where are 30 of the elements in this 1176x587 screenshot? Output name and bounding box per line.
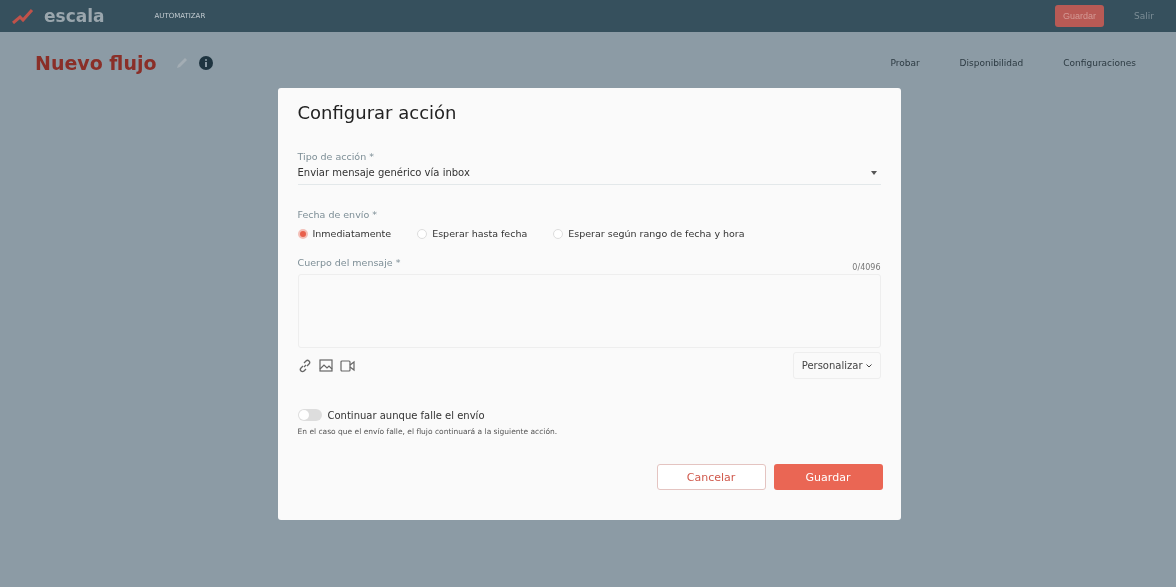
caret-icon <box>870 170 877 175</box>
logo-icon <box>12 8 34 24</box>
toggle-switch[interactable] <box>297 409 322 421</box>
radio-button[interactable] <box>553 228 564 239</box>
video-icon[interactable] <box>339 359 355 372</box>
field-label: Fecha de envío * <box>297 209 378 220</box>
field-label: Tipo de acción * <box>297 151 375 162</box>
page-action-link[interactable]: Disponibilidad <box>959 58 1024 68</box>
field-label: Cuerpo del mensaje * <box>297 257 401 268</box>
radio-option[interactable]: Esperar según rango de fecha y hora <box>553 228 745 239</box>
page-action-link[interactable]: Configuraciones <box>1063 58 1136 68</box>
link-icon[interactable] <box>297 358 312 373</box>
cancel-button[interactable]: Cancelar <box>656 464 766 490</box>
info-icon[interactable] <box>198 56 213 70</box>
exit-link[interactable]: Salir <box>1134 11 1154 21</box>
page-action-link[interactable]: Probar <box>890 58 920 68</box>
radio-option[interactable]: Esperar hasta fecha <box>417 228 528 239</box>
char-counter: 0/4096 <box>852 263 881 272</box>
logo-text: escala <box>44 6 105 26</box>
radio-button[interactable] <box>417 228 428 239</box>
radio-option[interactable]: Inmediatamente <box>297 228 392 239</box>
personalize-dropdown[interactable]: Personalizar <box>792 352 881 379</box>
dialog-title: Configurar acción <box>297 102 458 123</box>
save-button[interactable]: Guardar <box>773 464 883 490</box>
image-icon[interactable] <box>318 359 333 372</box>
action-type-select[interactable]: Enviar mensaje genérico vía inbox <box>297 162 881 185</box>
toggle-label: Continuar aunque falle el envío <box>327 409 485 421</box>
flow-title: Nuevo flujo <box>35 52 157 74</box>
chevron-icon <box>865 363 872 368</box>
radio-button[interactable] <box>297 228 308 239</box>
